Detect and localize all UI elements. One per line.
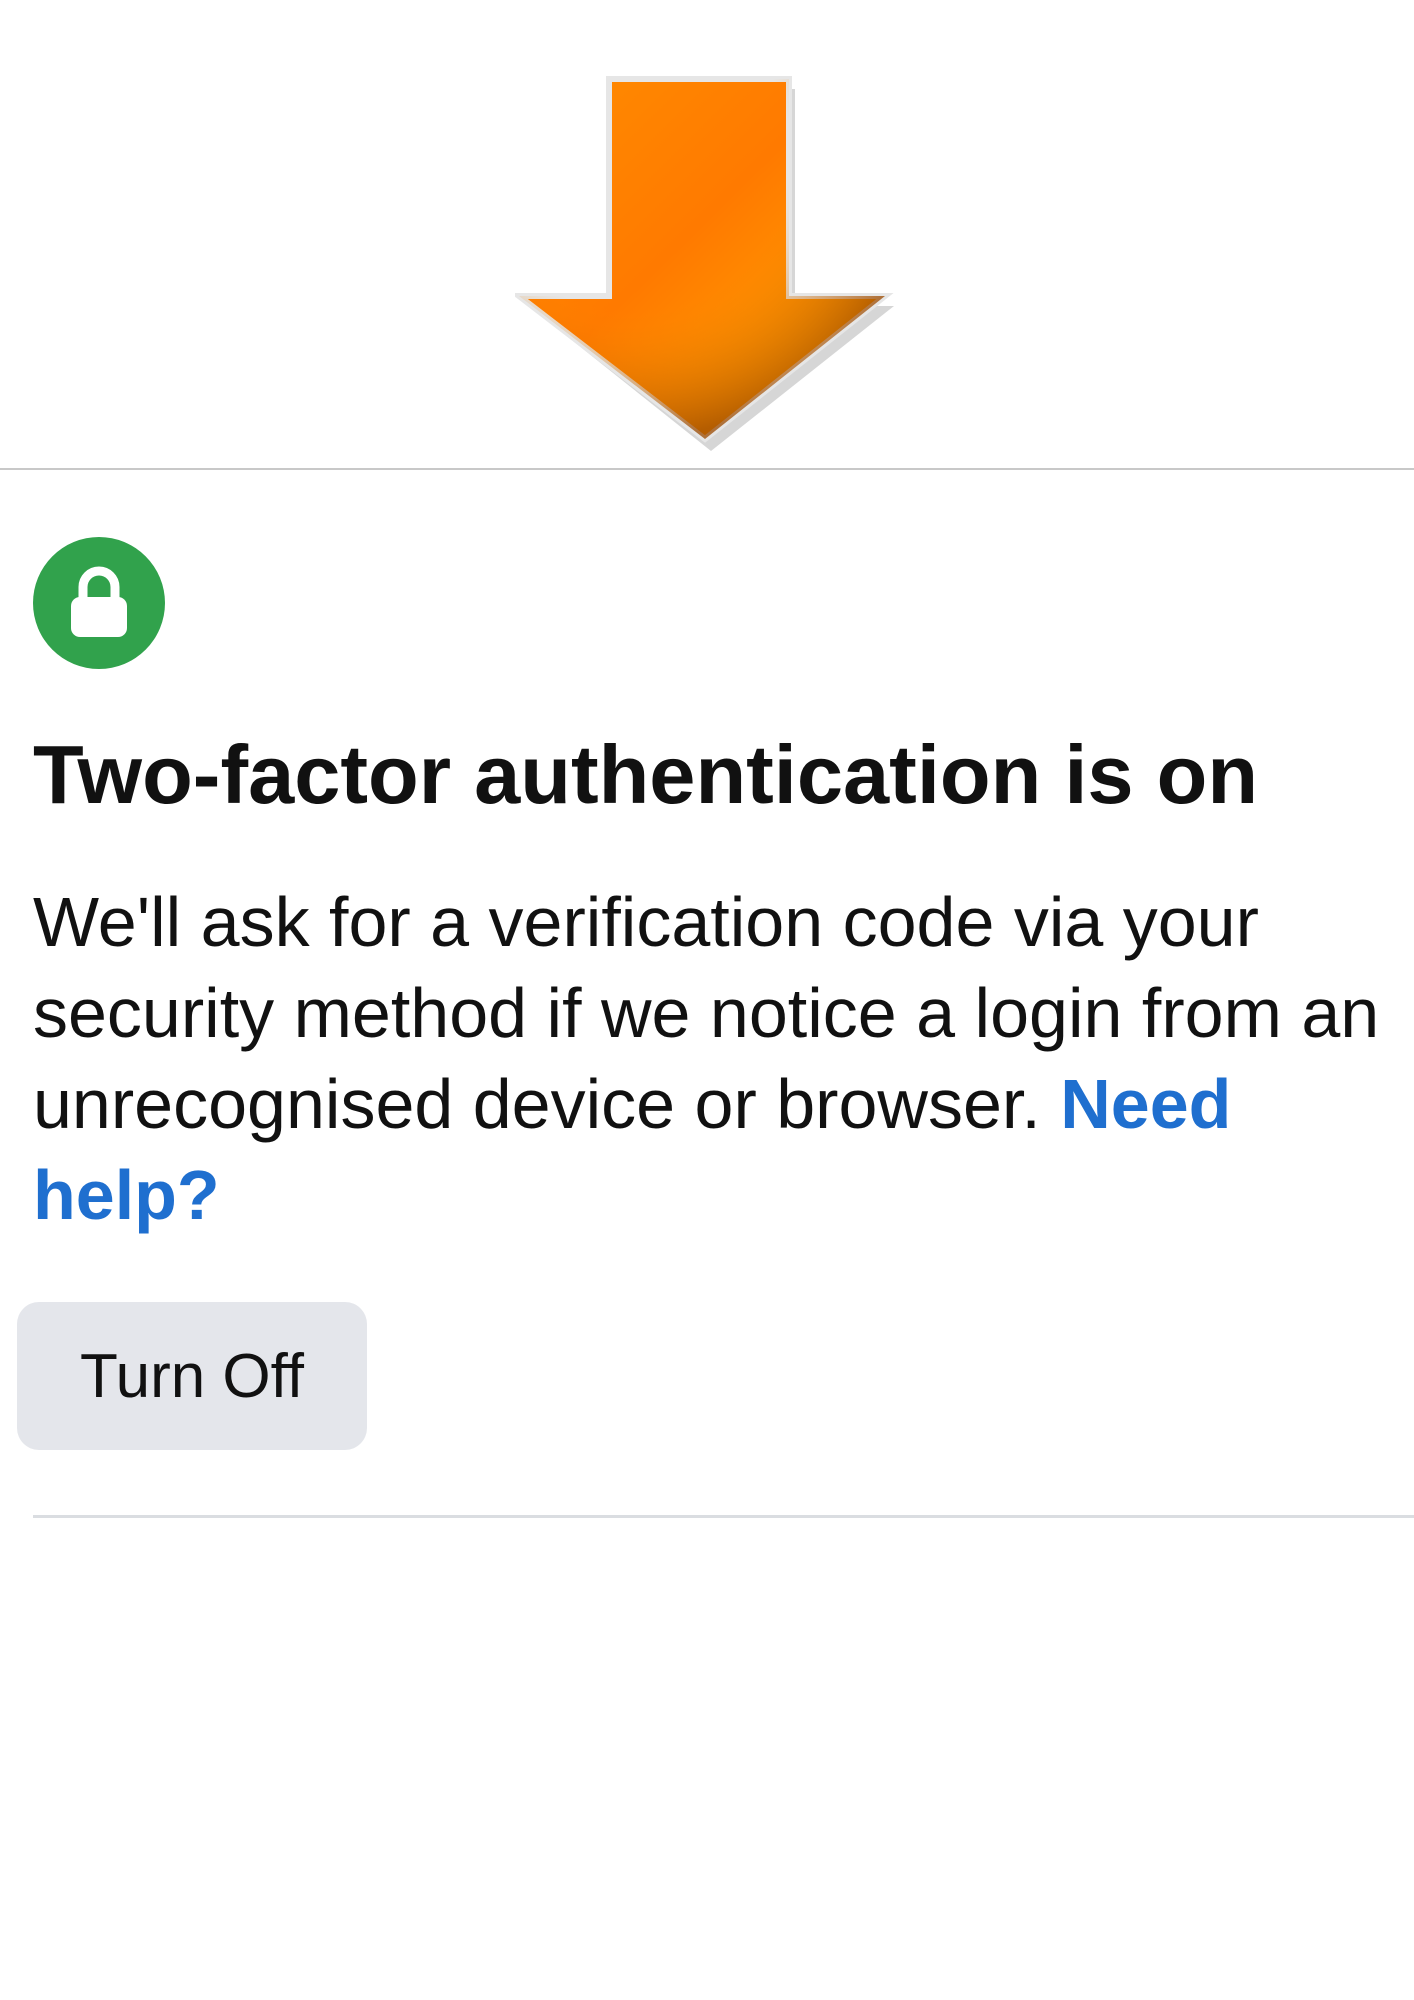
status-description: We'll ask for a verification code via yo… [33, 877, 1414, 1241]
turn-off-button[interactable]: Turn Off [17, 1302, 367, 1450]
section-divider-top [0, 468, 1414, 470]
status-badge [33, 537, 165, 669]
page-title: Two-factor authentication is on [33, 728, 1259, 821]
lock-icon [71, 566, 127, 637]
section-divider-bottom [33, 1515, 1414, 1518]
arrow-down-icon [510, 75, 895, 453]
